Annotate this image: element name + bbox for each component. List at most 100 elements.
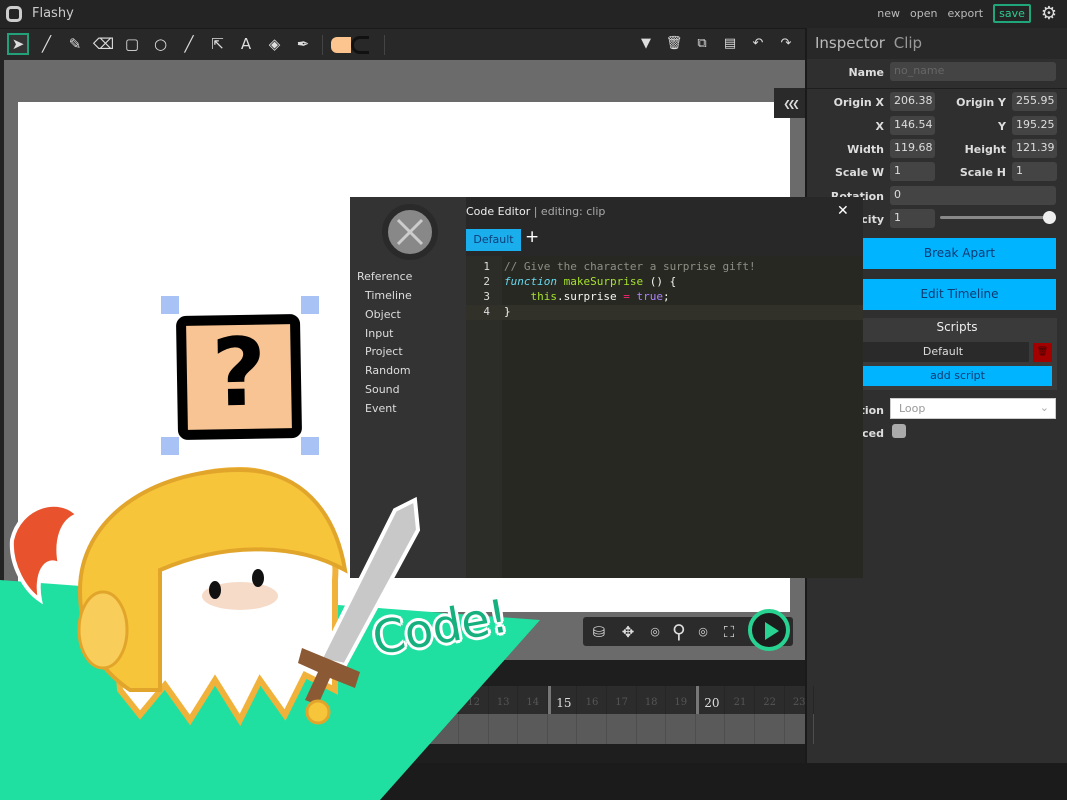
text-tool[interactable]: A (235, 33, 257, 55)
fill-color-swatch[interactable] (331, 37, 351, 53)
width-input[interactable]: 119.68 (890, 139, 935, 158)
timeline-cell[interactable] (193, 714, 223, 744)
timeline-cell[interactable] (726, 714, 755, 744)
opacity-input[interactable]: 1 (890, 209, 935, 228)
reference-item-input[interactable]: Input (365, 327, 393, 340)
open-button[interactable]: open (910, 7, 937, 20)
frame-20[interactable]: 20 (696, 686, 726, 714)
script-tab-default[interactable]: Default (466, 229, 521, 251)
brush-tool[interactable]: ╱ (36, 33, 58, 55)
scale-w-input[interactable]: 1 (890, 162, 935, 181)
rotation-input[interactable]: 0 (890, 186, 1056, 205)
rectangle-tool[interactable]: ▢ (121, 33, 143, 55)
timeline-cell[interactable] (637, 714, 667, 744)
fit-screen-icon[interactable]: ⛶ (717, 620, 741, 644)
undo-icon[interactable]: ↶ (747, 33, 769, 55)
frame-17[interactable]: 17 (608, 686, 637, 714)
pan-icon[interactable]: ✥ (616, 620, 640, 644)
resize-handle-top-left[interactable] (161, 296, 179, 314)
ellipse-tool[interactable]: ○ (150, 33, 172, 55)
edit-timeline-button[interactable]: Edit Timeline (863, 279, 1056, 310)
frame-22[interactable]: 22 (756, 686, 785, 714)
frame-19[interactable]: 19 (667, 686, 696, 714)
timeline-cell[interactable] (489, 714, 519, 744)
zoom-icon[interactable]: ⚲ (667, 620, 691, 644)
resize-handle-top-right[interactable] (301, 296, 319, 314)
new-button[interactable]: new (877, 7, 900, 20)
timeline-cell[interactable] (341, 714, 371, 744)
fill-bucket-tool[interactable]: ◈ (264, 33, 286, 55)
timeline-cell[interactable] (45, 714, 75, 744)
timeline-cell[interactable] (460, 714, 489, 744)
pencil-tool[interactable]: ✎ (64, 33, 86, 55)
animation-select[interactable]: Loop ⌄ (890, 398, 1056, 419)
scale-h-input[interactable]: 1 (1012, 162, 1057, 181)
y-input[interactable]: 195.25 (1012, 116, 1057, 135)
frame-14[interactable]: 14 (519, 686, 548, 714)
frame-23[interactable]: 23 (785, 686, 815, 714)
frame-15[interactable]: 15 (548, 686, 578, 714)
timeline-layer[interactable] (0, 714, 815, 744)
height-input[interactable]: 121.39 (1012, 139, 1057, 158)
timeline-cell[interactable] (312, 714, 341, 744)
play-button[interactable] (748, 609, 790, 651)
reference-item-event[interactable]: Event (365, 402, 397, 415)
timeline-cell[interactable] (785, 714, 815, 744)
delete-script-icon[interactable]: 🗑 (1033, 343, 1052, 362)
timeline-cell[interactable] (696, 714, 726, 744)
timeline-cell[interactable] (16, 714, 45, 744)
opacity-slider-thumb[interactable] (1043, 211, 1056, 224)
reference-item-random[interactable]: Random (365, 364, 411, 377)
timeline-cell[interactable] (282, 714, 311, 744)
eraser-tool[interactable]: ⌫ (93, 33, 115, 55)
reference-header[interactable]: Reference (357, 270, 412, 283)
close-icon[interactable]: ✕ (837, 203, 849, 219)
timeline-cell[interactable] (519, 714, 548, 744)
origin-x-input[interactable]: 206.38 (890, 92, 935, 111)
copy-icon[interactable]: ⧉ (691, 33, 713, 55)
frame-18[interactable]: 18 (637, 686, 667, 714)
origin-y-input[interactable]: 255.95 (1012, 92, 1057, 111)
line-tool[interactable]: ╱ (178, 33, 200, 55)
timeline-cell[interactable] (608, 714, 637, 744)
eyedropper-tool[interactable]: ✒ (292, 33, 314, 55)
reference-item-sound[interactable]: Sound (365, 383, 400, 396)
x-input[interactable]: 146.54 (890, 116, 935, 135)
code-area[interactable]: 1// Give the character a surprise gift! … (466, 256, 863, 578)
add-script-button[interactable]: add script (863, 366, 1052, 386)
timeline-cell[interactable] (371, 714, 400, 744)
resize-handle-bottom-right[interactable] (301, 437, 319, 455)
save-button[interactable]: save (993, 4, 1031, 23)
frame-16[interactable]: 16 (578, 686, 607, 714)
timeline-cell[interactable] (430, 714, 459, 744)
timeline-cell[interactable] (667, 714, 696, 744)
collapse-inspector-button[interactable]: ❮❮❮ (774, 88, 806, 118)
reference-item-project[interactable]: Project (365, 345, 403, 358)
stroke-color-swatch[interactable] (351, 36, 369, 54)
timeline-cell[interactable] (756, 714, 785, 744)
timeline-cell[interactable] (252, 714, 282, 744)
export-button[interactable]: export (947, 7, 983, 20)
frame-11[interactable]: 11 (430, 686, 459, 714)
add-tab-button[interactable]: + (525, 227, 539, 247)
layers-icon[interactable]: ⛁ (587, 620, 611, 644)
paste-icon[interactable]: ▤ (719, 33, 741, 55)
frame-21[interactable]: 21 (726, 686, 755, 714)
reference-item-timeline[interactable]: Timeline (365, 289, 412, 302)
close-editor-button[interactable] (382, 204, 438, 260)
timeline-cell[interactable] (164, 714, 193, 744)
timeline-cell[interactable] (548, 714, 578, 744)
reference-item-object[interactable]: Object (365, 308, 401, 321)
name-input[interactable]: no_name (890, 62, 1056, 81)
question-box-clip[interactable]: ? (175, 313, 303, 441)
timeline-cell[interactable] (104, 714, 134, 744)
opacity-slider[interactable] (940, 216, 1048, 219)
gear-icon[interactable]: ⚙ (1041, 4, 1057, 23)
timeline-cell[interactable] (578, 714, 607, 744)
timeline-cell[interactable] (400, 714, 430, 744)
synced-checkbox[interactable] (892, 424, 906, 438)
timeline-cell[interactable] (134, 714, 163, 744)
dropdown-icon[interactable]: ▼ (635, 33, 657, 55)
cursor-tool[interactable]: ➤ (7, 33, 29, 55)
break-apart-button[interactable]: Break Apart (863, 238, 1056, 269)
